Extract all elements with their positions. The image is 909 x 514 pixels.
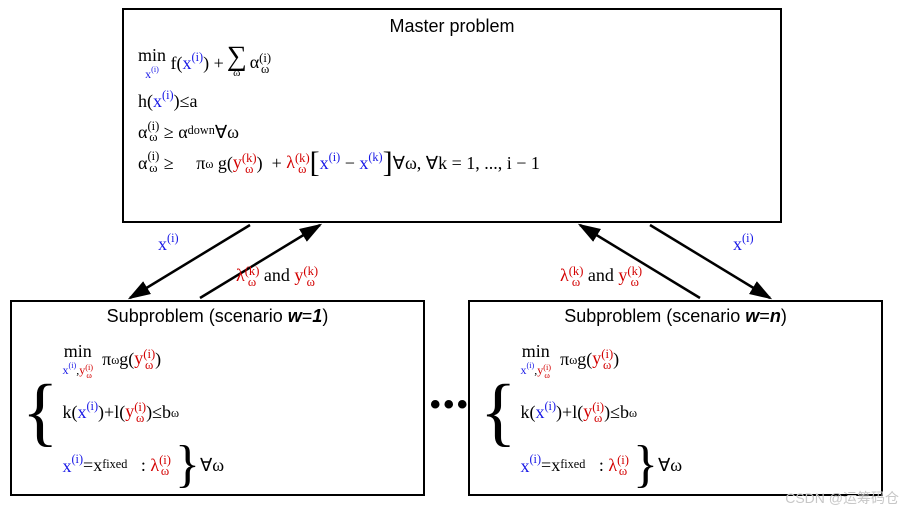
ellipsis-dots: ••• [430,388,471,422]
subproblem-1-title: Subproblem (scenario w=1) [22,306,413,327]
master-math: min x(i) f(x(i)) + ∑ω α(i)ω h(x(i)) ≤ a … [138,43,766,175]
arrow-label-right-up: λ(k)ω and y(k)ω [560,265,642,288]
master-problem-box: Master problem min x(i) f(x(i)) + ∑ω α(i… [122,8,782,223]
master-title: Master problem [138,16,766,37]
arrow-label-left-up: λ(k)ω and y(k)ω [236,265,318,288]
subproblem-1-box: Subproblem (scenario w=1) { min x(i),y(i… [10,300,425,496]
watermark-text: CSDN @运筹码仓 [785,488,899,508]
arrow-label-left-down: x(i) [158,232,179,255]
subproblem-n-title: Subproblem (scenario w=n) [480,306,871,327]
subproblem-n-math: { min x(i),y(i)ω πωg(y(i)ω) k(x(i)) + l(… [480,333,871,492]
master-constraint-cut: α(i)ω ≥ πω g(y(k)ω) + λ(k)ω [ x(i) − x(k… [138,150,766,175]
master-objective: min x(i) f(x(i)) + ∑ω α(i)ω [138,43,766,82]
master-constraint-h: h(x(i)) ≤ a [138,88,766,113]
arrow-label-right-down: x(i) [733,232,754,255]
master-constraint-alpha-lb: α(i)ω ≥ αdown ∀ω [138,120,766,144]
subproblem-1-math: { min x(i),y(i)ω πωg(y(i)ω) k(x(i)) + l(… [22,333,413,492]
subproblem-n-box: Subproblem (scenario w=n) { min x(i),y(i… [468,300,883,496]
